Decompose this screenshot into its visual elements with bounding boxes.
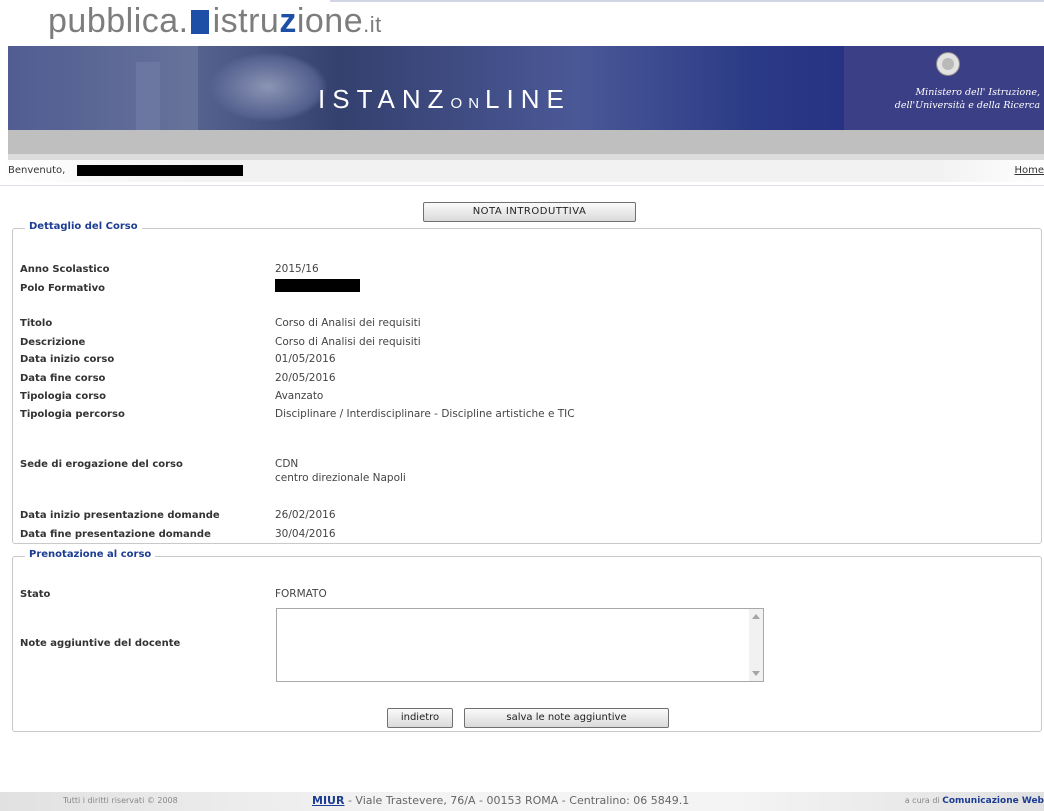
field-label: Note aggiuntive del docente (20, 638, 181, 649)
salva-note-button[interactable]: salva le note aggiuntive (464, 708, 669, 728)
welcome-divider (0, 185, 1044, 186)
field-label: Data fine presentazione domande (20, 529, 211, 540)
banner-decoration (8, 46, 198, 130)
top-divider (330, 0, 1044, 2)
field-label: Anno Scolastico (20, 264, 110, 275)
comunicazione-web-link[interactable]: Comunicazione Web (942, 796, 1044, 806)
field-value: FORMATO (275, 588, 327, 600)
field-label: Polo Formativo (20, 283, 105, 294)
footer: Tutti i diritti riservati © 2008 MIUR - … (0, 792, 1044, 811)
ministry-line-1: Ministero dell' Istruzione, (915, 87, 1040, 98)
scroll-down-arrow-icon[interactable] (752, 671, 760, 676)
field-label: Tipologia corso (20, 391, 106, 402)
scroll-up-arrow-icon[interactable] (752, 614, 760, 619)
course-detail-panel: Dettaglio del Corso (12, 221, 1042, 544)
note-aggiuntive-textarea[interactable] (276, 608, 764, 682)
field-label: Stato (20, 589, 51, 600)
footer-credits: a cura di Comunicazione Web (905, 796, 1044, 806)
field-label: Sede di erogazione del corso (20, 459, 183, 470)
field-value-line-2: centro direzionale Napoli (275, 472, 406, 484)
ministry-name: Ministero dell' Istruzione, dell'Univers… (850, 86, 1040, 112)
logo-text-4: ione (296, 2, 364, 40)
redacted-polo-value (275, 279, 360, 292)
field-value: Corso di Analisi dei requisiti (275, 317, 421, 329)
ministry-logo: Ministero dell' Istruzione, dell'Univers… (844, 46, 1044, 130)
footer-copyright: Tutti i diritti riservati © 2008 (63, 796, 178, 805)
field-value: 26/02/2016 (275, 509, 336, 521)
field-value: 30/04/2016 (275, 528, 336, 540)
welcome-label: Benvenuto, (8, 165, 66, 176)
istanze-prefix: ISTANZ (318, 84, 451, 114)
booking-legend: Prenotazione al corso (25, 549, 156, 560)
republic-seal-icon (936, 52, 960, 76)
field-value: Disciplinare / Interdisciplinare - Disci… (275, 408, 575, 420)
banner-grey-strip (8, 130, 1044, 154)
header-banner: ISTANZONLINE Ministero dell' Istruzione,… (8, 46, 1044, 130)
ministry-line-2: dell'Università e della Ricerca (894, 100, 1040, 111)
istanze-online-title: ISTANZONLINE (318, 84, 571, 115)
field-label: Tipologia percorso (20, 409, 125, 420)
footer-credits-prefix: a cura di (904, 796, 943, 805)
banner-decoration-bar (136, 62, 160, 130)
logo-text-2: istru (212, 2, 280, 40)
footer-address-text: - Viale Trastevere, 76/A - 00153 ROMA - … (344, 794, 690, 807)
field-label: Data fine corso (20, 373, 106, 384)
textarea-scrollbar[interactable] (749, 609, 763, 681)
field-value: 20/05/2016 (275, 372, 336, 384)
redacted-username (77, 165, 243, 176)
field-value: CDN (275, 458, 299, 470)
field-label: Data inizio presentazione domande (20, 510, 220, 521)
logo-square-icon (190, 10, 209, 34)
nota-introduttiva-button[interactable]: NOTA INTRODUTTIVA (423, 202, 636, 222)
field-label: Data inizio corso (20, 354, 115, 365)
indietro-button[interactable]: indietro (387, 708, 453, 728)
site-logo[interactable]: pubblica. istruzione.it (48, 2, 382, 41)
home-link[interactable]: Home (1014, 165, 1044, 176)
welcome-bar: Benvenuto, Home (0, 160, 1044, 182)
field-value: Avanzato (275, 390, 324, 402)
miur-link[interactable]: MIUR (312, 794, 344, 807)
field-value: 2015/16 (275, 263, 319, 275)
field-value: Corso di Analisi dei requisiti (275, 336, 421, 348)
logo-text-1: pubblica. (48, 2, 189, 40)
field-label: Titolo (20, 318, 53, 329)
banner-keyboard-image (208, 52, 328, 122)
istanze-mid: ON (450, 95, 486, 112)
footer-address: MIUR - Viale Trastevere, 76/A - 00153 RO… (312, 794, 689, 807)
field-value: 01/05/2016 (275, 353, 336, 365)
course-detail-legend: Dettaglio del Corso (25, 221, 142, 232)
logo-bar: pubblica. istruzione.it (0, 0, 1044, 46)
logo-text-3: z (279, 2, 297, 40)
field-label: Descrizione (20, 337, 86, 348)
logo-text-5: .it (363, 12, 382, 37)
istanze-suffix: LINE (485, 84, 571, 114)
